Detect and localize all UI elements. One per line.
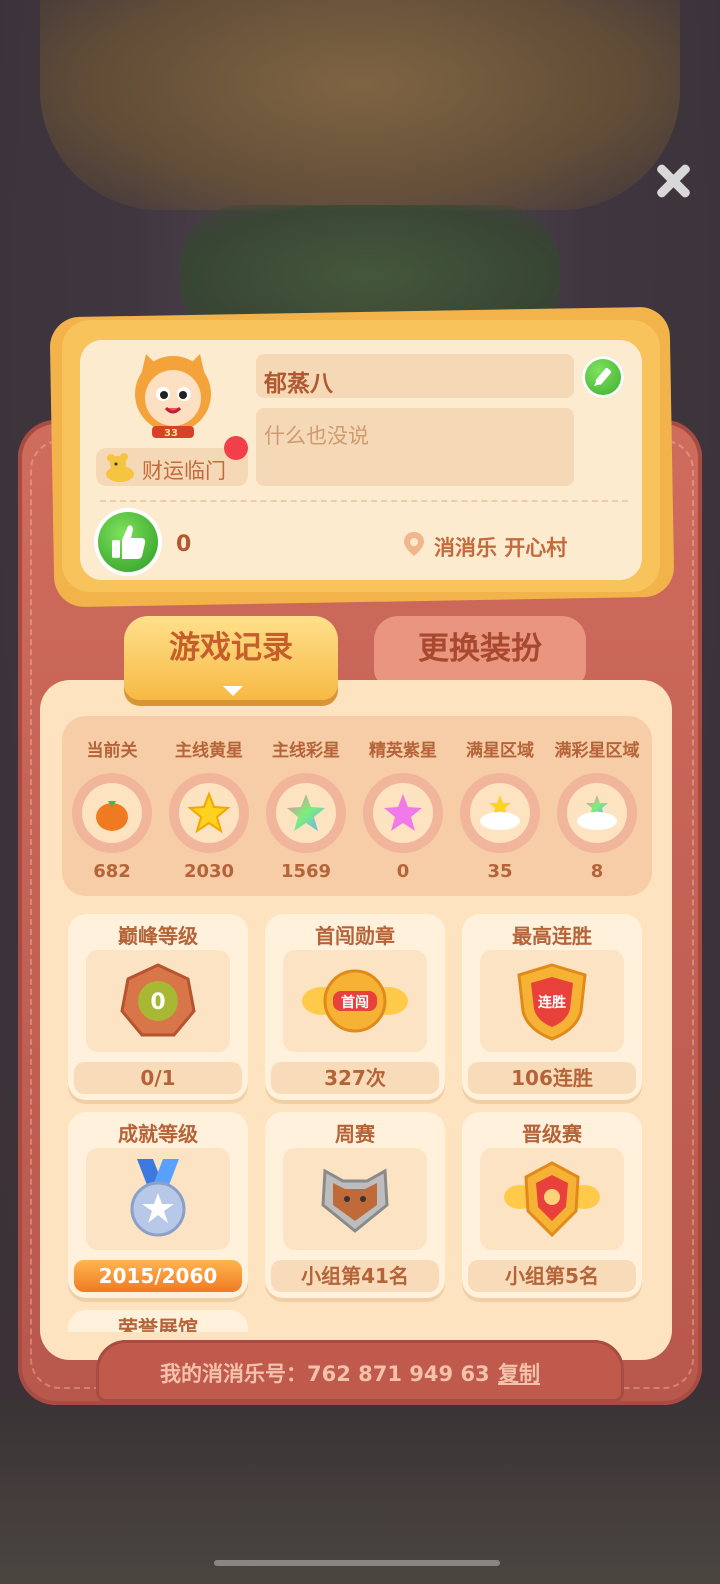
tile-value: 0/1 bbox=[74, 1062, 242, 1094]
fruit-icon bbox=[96, 801, 128, 831]
player-location: 消消乐 开心村 bbox=[434, 536, 568, 560]
stat-value: 2030 bbox=[183, 861, 235, 882]
card-divider bbox=[100, 500, 628, 502]
tile-title: 荣誉展馆 bbox=[118, 1316, 198, 1332]
copy-id-button[interactable]: 复制 bbox=[498, 1358, 540, 1388]
tile-weekly-match[interactable]: 周赛 小组第41名 bbox=[265, 1112, 445, 1298]
stat-rainbow-stars[interactable]: 主线彩星 1569 bbox=[257, 736, 355, 882]
player-avatar[interactable] bbox=[130, 350, 216, 440]
peak-badge-text: 0 bbox=[150, 990, 165, 1015]
tile-title: 最高连胜 bbox=[512, 924, 592, 948]
purple-star-icon bbox=[384, 794, 422, 831]
stat-value: 8 bbox=[590, 861, 604, 882]
stat-value: 0 bbox=[396, 861, 410, 882]
tile-value: 小组第5名 bbox=[468, 1260, 636, 1292]
achievement-medal-icon bbox=[130, 1159, 186, 1237]
tile-title: 周赛 bbox=[335, 1122, 375, 1146]
streak-badge-text: 连胜 bbox=[538, 994, 566, 1011]
tile-achievement-level[interactable]: 成就等级 2015/2060 bbox=[68, 1112, 248, 1298]
player-id-text: 我的消消乐号：762 871 949 63 bbox=[160, 1362, 490, 1386]
stat-label: 当前关 bbox=[86, 741, 138, 761]
tile-honor-hall[interactable]: 荣誉展馆 bbox=[68, 1310, 248, 1332]
stat-value: 682 bbox=[93, 861, 131, 882]
stat-label: 满星区域 bbox=[466, 741, 534, 761]
tile-promotion-match[interactable]: 晋级赛 小组第5名 bbox=[462, 1112, 642, 1298]
location-pin-icon bbox=[404, 532, 424, 556]
stat-full-star-areas[interactable]: 满星区域 35 bbox=[451, 736, 549, 882]
rainbow-cloud-icon bbox=[577, 795, 617, 830]
tile-value: 106连胜 bbox=[468, 1062, 636, 1094]
star-cloud-icon bbox=[480, 795, 520, 830]
tile-title: 首闯勋章 bbox=[315, 924, 395, 948]
mouse-mascot-icon bbox=[106, 453, 134, 482]
thumbs-up-icon bbox=[112, 525, 146, 559]
stat-value: 1569 bbox=[280, 861, 332, 882]
tile-title: 成就等级 bbox=[118, 1122, 198, 1146]
win-streak-shield-icon: 连胜 bbox=[517, 963, 587, 1041]
tile-title: 巅峰等级 bbox=[118, 924, 198, 948]
tile-value: 2015/2060 bbox=[74, 1260, 242, 1292]
stat-value: 35 bbox=[487, 861, 513, 882]
notification-dot bbox=[224, 436, 248, 460]
tile-title: 晋级赛 bbox=[522, 1122, 582, 1146]
first-clear-medal-icon: 首闯 bbox=[302, 969, 408, 1033]
tile-peak-level[interactable]: 巅峰等级 0 0/1 bbox=[68, 914, 248, 1100]
stat-label: 主线彩星 bbox=[272, 741, 340, 761]
avatar-level: 33 bbox=[164, 428, 178, 439]
background-ground bbox=[0, 1400, 720, 1584]
tile-value: 小组第41名 bbox=[271, 1260, 439, 1292]
stat-label: 满彩星区域 bbox=[554, 741, 640, 761]
stat-current-level[interactable]: 当前关 682 bbox=[63, 736, 161, 882]
yellow-star-icon bbox=[187, 791, 231, 834]
home-indicator[interactable] bbox=[214, 1560, 500, 1566]
tab-indicator-arrow bbox=[223, 686, 243, 696]
fortune-badge-label: 财运临门 bbox=[142, 459, 226, 483]
like-count: 0 bbox=[176, 532, 192, 557]
rainbow-star-icon bbox=[287, 794, 325, 831]
tile-value: 327次 bbox=[271, 1062, 439, 1094]
player-name: 郁蒸八 bbox=[264, 371, 333, 397]
stat-label: 主线黄星 bbox=[175, 741, 243, 761]
edit-profile-button[interactable] bbox=[582, 356, 624, 398]
stat-yellow-stars[interactable]: 主线黄星 2030 bbox=[160, 736, 258, 882]
close-button[interactable] bbox=[652, 160, 694, 202]
tile-win-streak[interactable]: 最高连胜 连胜 106连胜 bbox=[462, 914, 642, 1100]
tab-change-outfit[interactable]: 更换装扮 bbox=[374, 616, 586, 686]
promotion-badge-icon bbox=[504, 1161, 600, 1238]
player-motto: 什么也没说 bbox=[264, 424, 369, 448]
peak-level-badge-icon: 0 bbox=[120, 963, 196, 1037]
stat-label: 精英紫星 bbox=[369, 741, 437, 761]
like-button[interactable] bbox=[98, 512, 158, 572]
pencil-icon bbox=[594, 367, 612, 386]
weekly-cat-badge-icon bbox=[321, 1168, 389, 1233]
tile-first-clear-medal[interactable]: 首闯勋章 首闯 327次 bbox=[265, 914, 445, 1100]
stat-purple-stars[interactable]: 精英紫星 0 bbox=[354, 736, 452, 882]
medal-badge-text: 首闯 bbox=[341, 994, 369, 1011]
background-cloud bbox=[40, 0, 680, 210]
stat-full-rainbow-areas[interactable]: 满彩星区域 8 bbox=[548, 736, 646, 882]
